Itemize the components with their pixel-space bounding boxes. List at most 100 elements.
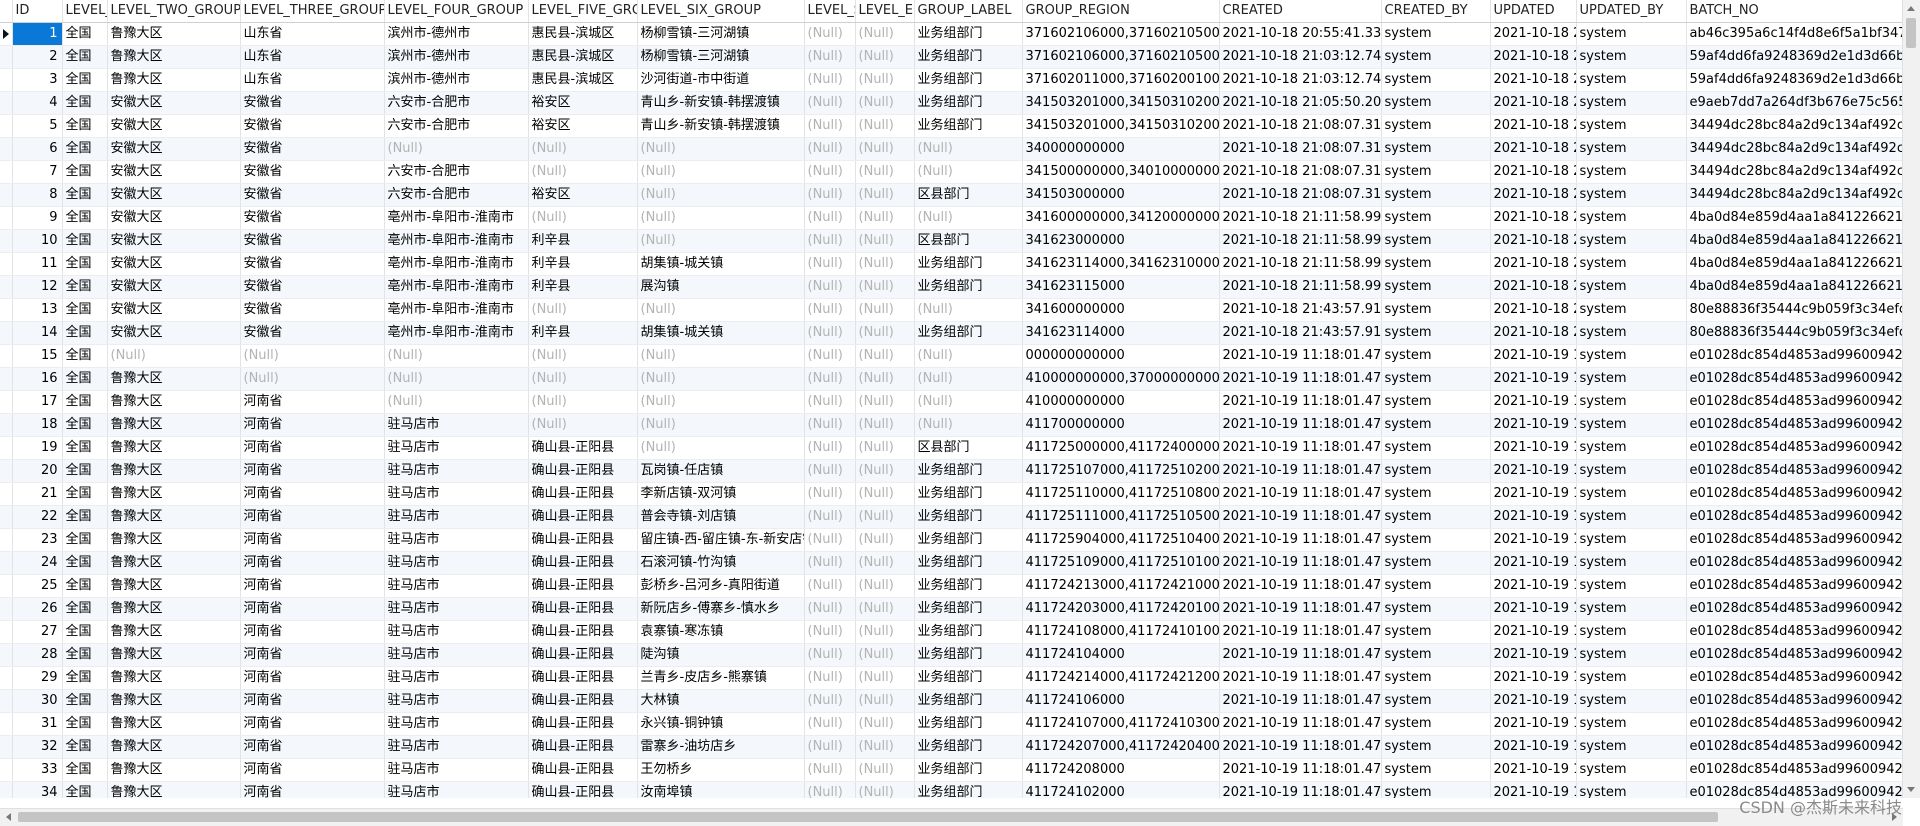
- cell-updated[interactable]: 2021-10-19 11: [1490, 643, 1577, 667]
- cell-id[interactable]: 32: [12, 735, 63, 759]
- cell-level-three-group[interactable]: 河南省: [240, 551, 385, 575]
- row-marker[interactable]: [0, 597, 13, 621]
- cell-group-label[interactable]: 业务组部门: [914, 68, 1023, 92]
- cell-updated-by[interactable]: system: [1576, 252, 1687, 276]
- cell-group-label[interactable]: 业务组部门: [914, 758, 1023, 782]
- cell-created-by[interactable]: system: [1381, 712, 1491, 736]
- cell-updated[interactable]: 2021-10-19 11: [1490, 344, 1577, 368]
- cell-level-o[interactable]: 全国: [62, 275, 108, 299]
- cell-level-ei[interactable]: (Null): [855, 367, 915, 391]
- cell-level-o[interactable]: 全国: [62, 712, 108, 736]
- cell-group-label[interactable]: 区县部门: [914, 436, 1023, 460]
- cell-group-region[interactable]: 411724207000,411724204000: [1022, 735, 1220, 759]
- cell-level-two-group[interactable]: 鲁豫大区: [107, 413, 241, 437]
- cell-level-s[interactable]: (Null): [804, 689, 856, 713]
- cell-level-s[interactable]: (Null): [804, 22, 856, 46]
- cell-batch-no[interactable]: 34494dc28bc84a2d9c134af492cdc02: [1686, 137, 1903, 161]
- cell-updated-by[interactable]: system: [1576, 689, 1687, 713]
- cell-updated-by[interactable]: system: [1576, 321, 1687, 345]
- cell-level-two-group[interactable]: 鲁豫大区: [107, 68, 241, 92]
- cell-level-o[interactable]: 全国: [62, 298, 108, 322]
- cell-updated-by[interactable]: system: [1576, 413, 1687, 437]
- cell-id[interactable]: 23: [12, 528, 63, 552]
- cell-group-label[interactable]: 业务组部门: [914, 321, 1023, 345]
- cell-updated[interactable]: 2021-10-19 11: [1490, 689, 1577, 713]
- row-marker[interactable]: [0, 781, 13, 798]
- cell-created[interactable]: 2021-10-19 11:18:01.473: [1219, 574, 1382, 598]
- cell-level-four-group[interactable]: 驻马店市: [384, 712, 529, 736]
- cell-group-region[interactable]: 000000000000: [1022, 344, 1220, 368]
- cell-batch-no[interactable]: e01028dc854d4853ad99600942aff0: [1686, 344, 1903, 368]
- cell-level-ei[interactable]: (Null): [855, 252, 915, 276]
- cell-created-by[interactable]: system: [1381, 298, 1491, 322]
- cell-created[interactable]: 2021-10-18 21:05:50.203: [1219, 91, 1382, 115]
- cell-level-six-group[interactable]: (Null): [637, 367, 805, 391]
- cell-created[interactable]: 2021-10-18 21:08:07.317: [1219, 183, 1382, 207]
- row-marker[interactable]: [0, 574, 13, 598]
- cell-batch-no[interactable]: e01028dc854d4853ad99600942aff0: [1686, 597, 1903, 621]
- cell-level-ei[interactable]: (Null): [855, 413, 915, 437]
- row-marker[interactable]: [0, 551, 13, 575]
- cell-group-label[interactable]: (Null): [914, 137, 1023, 161]
- cell-created[interactable]: 2021-10-19 11:18:01.473: [1219, 712, 1382, 736]
- cell-level-three-group[interactable]: (Null): [240, 344, 385, 368]
- table-row[interactable]: 11 全国 安徽大区 安徽省 亳州市-阜阳市-淮南市 利辛县 胡集镇-城关镇 (Null) (N…: [0, 252, 1903, 276]
- cell-level-five-grou[interactable]: 确山县-正阳县: [528, 689, 638, 713]
- cell-batch-no[interactable]: e01028dc854d4853ad99600942aff0: [1686, 574, 1903, 598]
- row-marker[interactable]: [0, 528, 13, 552]
- cell-level-five-grou[interactable]: 惠民县-滨城区: [528, 45, 638, 69]
- cell-id[interactable]: 10: [12, 229, 63, 253]
- cell-group-region[interactable]: 341623000000: [1022, 229, 1220, 253]
- cell-level-three-group[interactable]: 安徽省: [240, 229, 385, 253]
- cell-created[interactable]: 2021-10-18 21:03:12.743: [1219, 45, 1382, 69]
- cell-level-s[interactable]: (Null): [804, 712, 856, 736]
- cell-batch-no[interactable]: e01028dc854d4853ad99600942aff0: [1686, 528, 1903, 552]
- cell-level-six-group[interactable]: 彭桥乡-吕河乡-真阳街道: [637, 574, 805, 598]
- cell-group-label[interactable]: 业务组部门: [914, 574, 1023, 598]
- cell-batch-no[interactable]: e01028dc854d4853ad99600942aff0: [1686, 390, 1903, 414]
- cell-level-o[interactable]: 全国: [62, 505, 108, 529]
- cell-updated[interactable]: 2021-10-19 11: [1490, 413, 1577, 437]
- cell-level-five-grou[interactable]: 惠民县-滨城区: [528, 68, 638, 92]
- cell-created[interactable]: 2021-10-19 11:18:01.473: [1219, 459, 1382, 483]
- cell-level-five-grou[interactable]: 确山县-正阳县: [528, 551, 638, 575]
- cell-group-region[interactable]: 341500000000,340100000000: [1022, 160, 1220, 184]
- cell-id[interactable]: 20: [12, 459, 63, 483]
- cell-level-five-grou[interactable]: 确山县-正阳县: [528, 781, 638, 798]
- cell-level-s[interactable]: (Null): [804, 321, 856, 345]
- cell-level-ei[interactable]: (Null): [855, 528, 915, 552]
- cell-level-six-group[interactable]: 展沟镇: [637, 275, 805, 299]
- cell-level-ei[interactable]: (Null): [855, 91, 915, 115]
- cell-group-label[interactable]: (Null): [914, 206, 1023, 230]
- cell-level-three-group[interactable]: 安徽省: [240, 183, 385, 207]
- cell-level-five-grou[interactable]: (Null): [528, 298, 638, 322]
- cell-group-label[interactable]: 业务组部门: [914, 643, 1023, 667]
- vertical-scroll-thumb[interactable]: [1906, 18, 1916, 48]
- cell-group-region[interactable]: 411724214000,411724212000,411: [1022, 666, 1220, 690]
- cell-level-three-group[interactable]: 安徽省: [240, 91, 385, 115]
- cell-level-s[interactable]: (Null): [804, 758, 856, 782]
- cell-group-label[interactable]: 业务组部门: [914, 689, 1023, 713]
- cell-level-o[interactable]: 全国: [62, 758, 108, 782]
- cell-level-five-grou[interactable]: 裕安区: [528, 183, 638, 207]
- column-header-group-region[interactable]: GROUP_REGION: [1022, 0, 1220, 23]
- cell-group-region[interactable]: 411724104000: [1022, 643, 1220, 667]
- cell-created[interactable]: 2021-10-18 21:11:58.997: [1219, 206, 1382, 230]
- cell-level-ei[interactable]: (Null): [855, 712, 915, 736]
- cell-level-o[interactable]: 全国: [62, 206, 108, 230]
- cell-updated-by[interactable]: system: [1576, 229, 1687, 253]
- cell-updated[interactable]: 2021-10-18 21: [1490, 68, 1577, 92]
- cell-level-three-group[interactable]: (Null): [240, 367, 385, 391]
- cell-group-region[interactable]: 411700000000: [1022, 413, 1220, 437]
- vertical-scrollbar[interactable]: [1902, 0, 1920, 798]
- cell-created-by[interactable]: system: [1381, 505, 1491, 529]
- cell-level-s[interactable]: (Null): [804, 390, 856, 414]
- cell-level-six-group[interactable]: (Null): [637, 229, 805, 253]
- cell-level-o[interactable]: 全国: [62, 413, 108, 437]
- cell-created-by[interactable]: system: [1381, 229, 1491, 253]
- cell-created-by[interactable]: system: [1381, 321, 1491, 345]
- cell-level-two-group[interactable]: 安徽大区: [107, 229, 241, 253]
- cell-batch-no[interactable]: e01028dc854d4853ad99600942aff0: [1686, 620, 1903, 644]
- table-row[interactable]: 22 全国 鲁豫大区 河南省 驻马店市 确山县-正阳县 普会寺镇-刘店镇 (Null) (Nul…: [0, 505, 1903, 529]
- row-marker[interactable]: [0, 620, 13, 644]
